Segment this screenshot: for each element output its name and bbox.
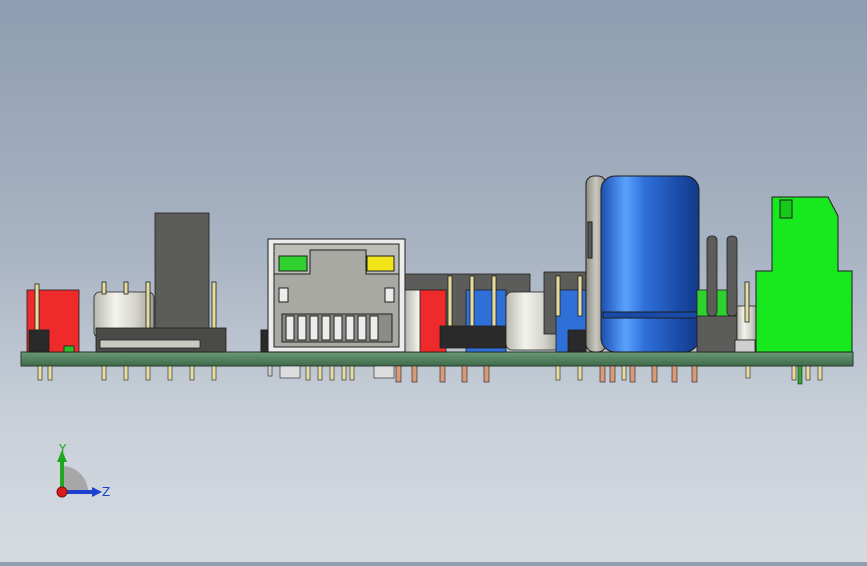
rj45-led-left — [278, 255, 308, 272]
mid-components[interactable] — [404, 271, 597, 353]
pcb-board[interactable] — [20, 351, 854, 367]
aluminum-capacitor-left[interactable] — [93, 212, 227, 353]
pcb-assembly-view[interactable] — [0, 0, 867, 562]
axis-y-label: Y — [59, 442, 67, 456]
bottom-pins — [37, 365, 823, 385]
rj45-connector[interactable] — [260, 238, 406, 353]
bent-pins-right[interactable] — [696, 235, 758, 353]
rj45-led-right — [366, 255, 395, 272]
electrolytic-capacitor-blue[interactable] — [585, 175, 700, 353]
axis-triad — [56, 450, 102, 498]
cad-viewport[interactable]: Y Z — [0, 0, 867, 562]
axis-z-label: Z — [102, 485, 111, 499]
terminal-block-green[interactable] — [755, 196, 853, 353]
red-pin-header-left[interactable] — [26, 283, 80, 353]
